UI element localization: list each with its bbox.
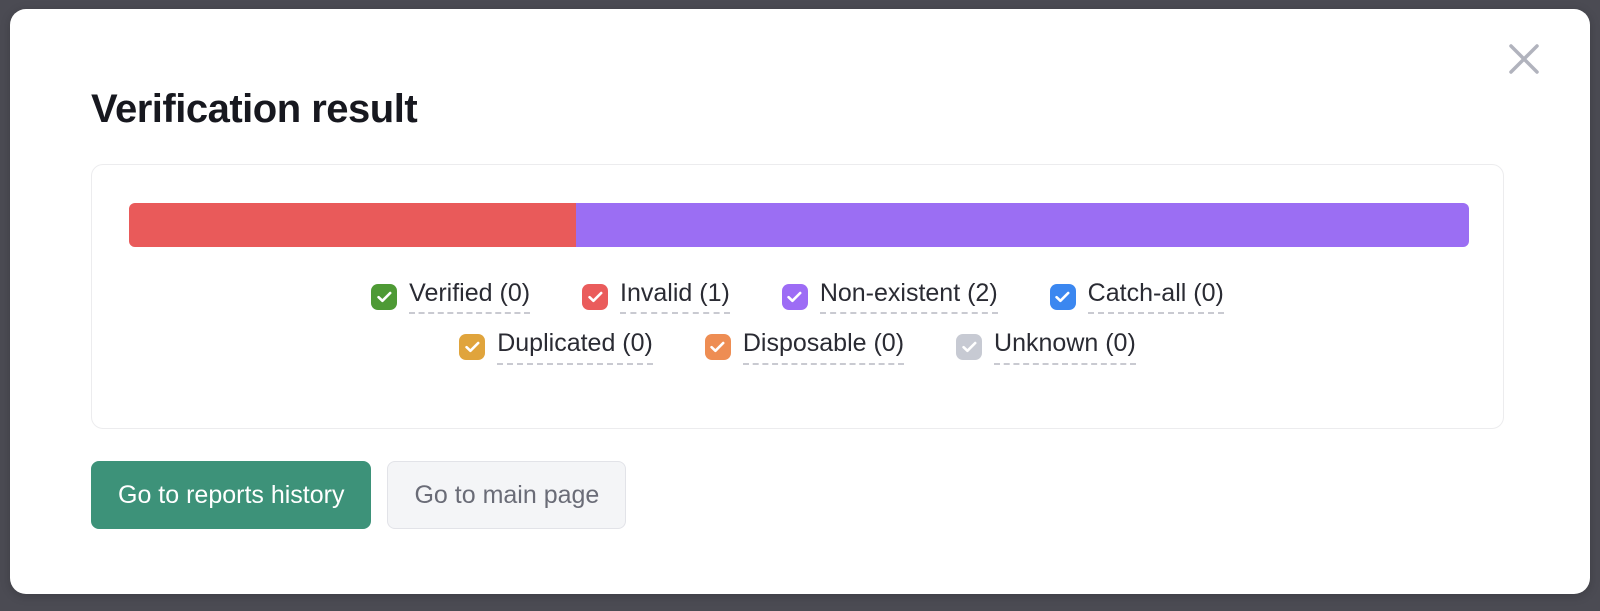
legend-row: Duplicated (0) Disposable (0) Unknown (0) [92,330,1503,365]
legend-label-unknown: Unknown (0) [994,330,1136,365]
legend-item-verified[interactable]: Verified (0) [371,280,531,315]
legend-label-duplicated: Duplicated (0) [497,330,653,365]
close-icon [1507,42,1541,76]
progress-segment-invalid [129,203,576,247]
checkbox-verified[interactable] [371,284,398,311]
verification-legend: Verified (0) Invalid (1) Non-existent (2) C… [92,280,1503,381]
checkbox-unknown[interactable] [956,334,983,361]
legend-label-invalid: Invalid (1) [620,280,730,315]
legend-label-verified: Verified (0) [409,280,531,315]
go-to-main-page-button[interactable]: Go to main page [387,461,627,529]
legend-item-catch-all[interactable]: Catch-all (0) [1049,280,1224,315]
checkbox-duplicated[interactable] [459,334,486,361]
legend-item-duplicated[interactable]: Duplicated (0) [459,330,653,365]
legend-item-non-existent[interactable]: Non-existent (2) [781,280,998,315]
legend-item-invalid[interactable]: Invalid (1) [582,280,730,315]
checkbox-disposable[interactable] [704,334,731,361]
verification-result-panel: Verified (0) Invalid (1) Non-existent (2) C… [91,164,1504,429]
legend-label-catch-all: Catch-all (0) [1087,280,1224,315]
verification-result-modal: Verification result Verified (0) Invalid … [10,9,1590,594]
legend-label-disposable: Disposable (0) [742,330,905,365]
progress-segment-non-existent [575,203,1469,247]
go-to-reports-history-button[interactable]: Go to reports history [91,461,372,529]
checkbox-invalid[interactable] [582,284,609,311]
modal-actions: Go to reports history Go to main page [91,461,627,529]
legend-row: Verified (0) Invalid (1) Non-existent (2) C… [92,280,1503,315]
checkbox-non-existent[interactable] [781,284,808,311]
verification-progress-bar [129,203,1469,247]
page-title: Verification result [91,87,418,131]
legend-item-disposable[interactable]: Disposable (0) [704,330,905,365]
legend-label-non-existent: Non-existent (2) [819,280,998,315]
close-button[interactable] [1498,33,1550,85]
checkbox-catch-all[interactable] [1049,284,1076,311]
legend-item-unknown[interactable]: Unknown (0) [956,330,1136,365]
